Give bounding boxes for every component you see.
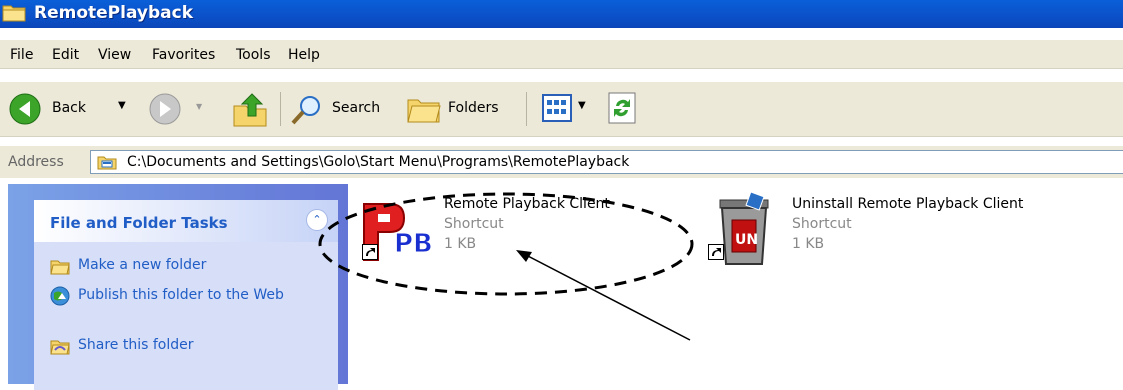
programs-folder-icon	[97, 156, 117, 170]
menu-tools[interactable]: Tools	[236, 47, 271, 63]
views-icon	[542, 94, 572, 122]
forward-arrow-icon	[149, 93, 181, 125]
back-arrow-icon	[9, 93, 41, 125]
views-dropdown-icon[interactable]: ▼	[578, 100, 586, 111]
window-title: RemotePlayback	[34, 3, 194, 23]
task-label: Publish this folder to the Web	[78, 287, 284, 303]
back-button[interactable]: Back ▼	[6, 88, 136, 130]
folders-button[interactable]: Folders	[404, 88, 514, 130]
folders-label: Folders	[448, 100, 499, 116]
panel-title: File and Folder Tasks	[50, 214, 228, 232]
back-label: Back	[52, 100, 86, 116]
menu-help[interactable]: Help	[288, 47, 320, 63]
search-icon	[291, 96, 320, 125]
sync-icon[interactable]	[608, 92, 636, 124]
file-item-remote-playback-client[interactable]: PB Remote Playback Client Shortcut 1 KB	[356, 190, 676, 280]
file-type: Shortcut	[792, 216, 852, 232]
task-label: Make a new folder	[78, 257, 207, 273]
toolbar-separator	[280, 92, 281, 126]
toolbar: Back ▼ ▼ Search Folders ▼	[0, 82, 1123, 137]
address-bar: Address C:\Documents and Settings\Golo\S…	[0, 146, 1123, 178]
menu-favorites[interactable]: Favorites	[152, 47, 215, 63]
forward-dropdown-icon[interactable]: ▼	[196, 102, 202, 111]
up-folder-icon[interactable]	[232, 90, 268, 128]
search-label: Search	[332, 100, 381, 116]
address-label: Address	[8, 154, 64, 170]
new-folder-icon	[50, 260, 70, 275]
share-folder-icon	[50, 340, 70, 355]
folders-icon	[407, 99, 441, 123]
forward-button[interactable]: ▼	[146, 88, 210, 130]
menu-edit[interactable]: Edit	[52, 47, 79, 63]
toolbar-separator	[526, 92, 527, 126]
svg-text:UN: UN	[735, 232, 758, 248]
address-path: C:\Documents and Settings\Golo\Start Men…	[127, 154, 630, 170]
back-dropdown-icon[interactable]: ▼	[118, 100, 126, 111]
task-pane: File and Folder Tasks ⌃ Make a new folde…	[8, 184, 348, 390]
file-size: 1 KB	[792, 236, 825, 252]
file-name: Remote Playback Client	[444, 196, 610, 212]
menu-file[interactable]: File	[10, 47, 33, 63]
svg-text:PB: PB	[394, 229, 433, 259]
file-item-uninstall-remote-playback-client[interactable]: UN Uninstall Remote Playback Client Shor…	[704, 190, 1064, 280]
task-label: Share this folder	[78, 337, 194, 353]
search-button[interactable]: Search	[288, 88, 398, 130]
shortcut-arrow-icon	[708, 244, 724, 260]
file-type: Shortcut	[444, 216, 504, 232]
title-bar: RemotePlayback	[0, 0, 1123, 28]
panel-header[interactable]: File and Folder Tasks ⌃	[34, 200, 338, 242]
views-button[interactable]: ▼	[540, 92, 600, 126]
file-list-area: PB Remote Playback Client Shortcut 1 KB …	[348, 178, 1123, 376]
publish-web-icon	[50, 286, 70, 306]
menu-view[interactable]: View	[98, 47, 131, 63]
address-field[interactable]: C:\Documents and Settings\Golo\Start Men…	[90, 150, 1123, 174]
shortcut-arrow-icon	[362, 244, 378, 260]
folder-icon	[2, 5, 26, 22]
file-size: 1 KB	[444, 236, 477, 252]
file-folder-tasks-panel: File and Folder Tasks ⌃ Make a new folde…	[34, 200, 338, 390]
file-name: Uninstall Remote Playback Client	[792, 196, 1024, 212]
menu-bar: File Edit View Favorites Tools Help	[0, 40, 1123, 69]
collapse-chevron-icon[interactable]: ⌃	[306, 209, 328, 231]
